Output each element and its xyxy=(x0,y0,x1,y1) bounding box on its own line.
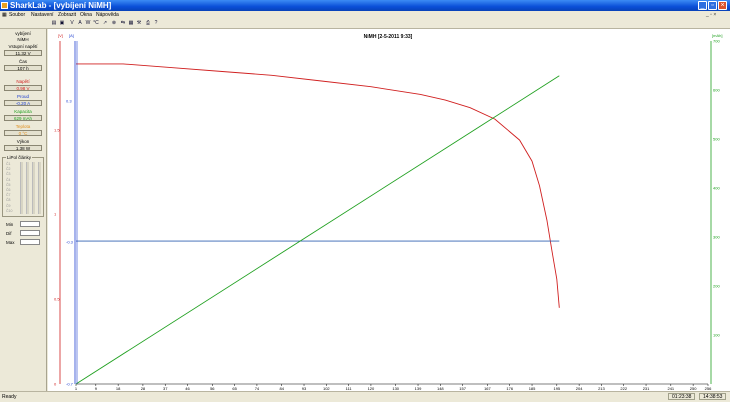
cells-list: Č1 Č2 Č3 Č4 Č5 Č6 Č7 Č8 Č9 Č10 xyxy=(6,162,42,214)
voltage-series-line xyxy=(76,63,560,308)
mdi-controls[interactable]: _ ▫ × xyxy=(706,12,716,18)
temperature-icon[interactable]: °C xyxy=(93,20,99,26)
measurement-panel: vybíjení NiMH Vstupní napětí 11.32 V Čas… xyxy=(0,29,47,391)
cell-bar xyxy=(32,162,35,214)
current-value: -0.20 A xyxy=(4,100,42,106)
temp-label: Teplota xyxy=(15,124,31,129)
current-tick-label: -0.3 xyxy=(66,240,74,245)
menu-napoveda[interactable]: Nápověda xyxy=(96,12,119,18)
voltage-icon[interactable]: V xyxy=(69,20,75,26)
current-tick-label: 0.3 xyxy=(66,99,72,104)
voltage-in-value: 11.32 V xyxy=(4,50,42,56)
elapsed-time: 01:23:38 xyxy=(668,393,696,400)
voltage-label: Napětí xyxy=(16,79,30,84)
curve-icon[interactable]: ↗ xyxy=(102,20,108,26)
capacity-axis-label: [mAh] xyxy=(712,33,722,38)
min-label: Min xyxy=(6,222,14,227)
voltage-tick-label: 0 xyxy=(54,382,57,387)
voltage-tick-label: 1 xyxy=(54,212,57,217)
cell-bar xyxy=(38,162,41,214)
cells-group: LiPol články Č1 Č2 Č3 Č4 Č5 Č6 Č7 Č8 Č9 Č10 xyxy=(2,155,44,217)
capacity-tick-label: 600 xyxy=(713,88,720,93)
voltage-tick-label: 0.5 xyxy=(54,297,60,302)
status-value: NiMH xyxy=(17,37,29,42)
current-axis-label: [A] xyxy=(69,33,74,38)
settings-icon[interactable]: ⚒ xyxy=(136,20,142,26)
menu-zobrazit[interactable]: Zobrazit xyxy=(58,12,76,18)
capacity-tick-label: 200 xyxy=(713,284,720,289)
current-tick-label: -0.7 xyxy=(66,382,74,387)
capacity-tick-label: 700 xyxy=(713,39,720,44)
menu-icon[interactable]: ▦ xyxy=(2,12,7,18)
power-label: Výkon xyxy=(16,139,30,144)
max-field xyxy=(20,239,40,245)
menu-okna[interactable]: Okna xyxy=(80,12,92,18)
current-label: Proud xyxy=(16,94,29,99)
current-icon[interactable]: A xyxy=(77,20,83,26)
max-label: Max xyxy=(6,240,15,245)
menu-bar: ▦ Soubor Nastavení Zobrazit Okna Nápověd… xyxy=(0,11,730,19)
temp-value: 0 °C xyxy=(4,130,42,136)
diff-label: Dif xyxy=(6,231,12,236)
power-value: 1.38 W xyxy=(4,145,42,151)
capacity-tick-label: 100 xyxy=(713,333,720,338)
cell-bar xyxy=(26,162,29,214)
table-icon[interactable]: ▦ xyxy=(128,20,134,26)
connect-icon[interactable]: ⇆ xyxy=(120,20,126,26)
capacity-tick-label: 500 xyxy=(713,137,720,142)
discharge-chart: [V] [A] [mAh] 1.5 1 0.5 0 0.3 -0.3 -0.7 700 600 500 4… xyxy=(54,33,722,391)
time-label: Čas xyxy=(18,59,27,64)
menu-soubor[interactable]: Soubor xyxy=(9,12,25,18)
status-text: Ready xyxy=(2,394,17,400)
capacity-series-line xyxy=(75,75,560,385)
capacity-label: Kapacita xyxy=(14,109,32,114)
help-icon[interactable]: ? xyxy=(153,20,159,26)
maximize-button[interactable]: ▫ xyxy=(708,1,717,10)
cell-bar xyxy=(20,162,23,214)
power-icon[interactable]: W xyxy=(85,20,91,26)
cell-label: Č10 xyxy=(6,208,13,213)
voltage-tick-label: 1.5 xyxy=(54,128,60,133)
chart-area: [V] [A] [mAh] 1.5 1 0.5 0 0.3 -0.3 -0.7 700 600 500 4… xyxy=(48,29,730,391)
voltage-value: 0.98 V xyxy=(4,85,42,91)
capacity-value: 629 mAh xyxy=(4,115,42,121)
capacity-tick-label: 400 xyxy=(713,186,720,191)
toolbar: ▤ ▣ V A W °C ↗ ⊗ ⇆ ▦ ⚒ ⎙ ? xyxy=(0,19,730,29)
close-button[interactable]: × xyxy=(718,1,727,10)
window-title: SharkLab - [vybíjení NiMH] xyxy=(10,1,112,10)
diff-field xyxy=(20,230,40,236)
capacity-tick-label: 300 xyxy=(713,235,720,240)
voltage-in-label: Vstupní napětí xyxy=(8,44,38,49)
minimize-button[interactable]: _ xyxy=(698,1,707,10)
floppy-icon[interactable]: ▣ xyxy=(59,20,65,26)
chart-title: NiMH [2-5-2011 9:33] xyxy=(364,34,413,40)
time-value: 107 h xyxy=(4,65,42,71)
voltage-axis-label: [V] xyxy=(58,33,63,38)
title-bar: SharkLab - [vybíjení NiMH] _ ▫ × xyxy=(0,0,730,11)
clock: 14:38:53 xyxy=(699,393,727,400)
app-icon[interactable] xyxy=(1,2,8,9)
status-label: vybíjení xyxy=(15,31,31,36)
print-icon[interactable]: ⎙ xyxy=(145,20,151,26)
save-icon[interactable]: ▤ xyxy=(51,20,57,26)
cells-label: LiPol články xyxy=(6,155,33,160)
menu-nastaveni[interactable]: Nastavení xyxy=(31,12,54,18)
stop-icon[interactable]: ⊗ xyxy=(111,20,117,26)
status-bar: Ready 01:23:38 14:38:53 xyxy=(0,391,730,402)
min-field xyxy=(20,221,40,227)
